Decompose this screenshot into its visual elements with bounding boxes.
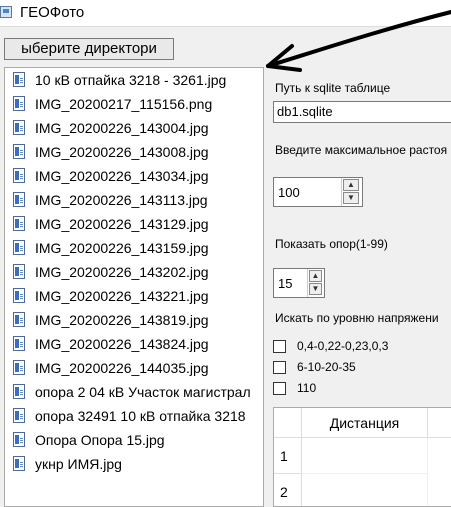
file-name: IMG_20200226_143202.jpg xyxy=(35,264,209,280)
file-name: Опора Опора 15.jpg xyxy=(35,432,165,448)
supports-count-label: Показать опор(1-99) xyxy=(275,237,388,251)
image-file-icon xyxy=(13,240,25,255)
results-table[interactable]: Дистанция 1 2 xyxy=(273,407,451,507)
image-file-icon xyxy=(13,120,25,135)
file-name: IMG_20200217_115156.png xyxy=(35,96,213,112)
image-file-icon xyxy=(13,192,25,207)
file-list-item[interactable]: 10 кВ отпайка 3218 - 3261.jpg xyxy=(5,68,263,92)
column-header[interactable] xyxy=(428,408,451,438)
max-distance-spinbox[interactable]: 100 ▲ ▼ xyxy=(273,177,363,207)
sqlite-path-label: Путь к sqlite таблице xyxy=(275,81,391,95)
file-list-item[interactable]: IMG_20200226_143129.jpg xyxy=(5,212,263,236)
file-name: IMG_20200226_143113.jpg xyxy=(35,192,208,208)
table-cell[interactable] xyxy=(302,474,428,506)
row-header[interactable]: 2 xyxy=(274,474,302,506)
image-file-icon xyxy=(13,384,25,399)
file-name: IMG_20200226_143008.jpg xyxy=(35,144,209,160)
supports-count-value: 15 xyxy=(278,276,293,291)
file-list-item[interactable]: Опора Опора 15.jpg xyxy=(5,428,263,452)
voltage-option-label: 6-10-20-35 xyxy=(297,360,356,374)
file-name: опора 32491 10 кВ отпайка 3218 xyxy=(35,408,246,424)
file-name: 10 кВ отпайка 3218 - 3261.jpg xyxy=(35,72,227,88)
file-name: IMG_20200226_143824.jpg xyxy=(35,336,209,352)
checkbox[interactable] xyxy=(273,340,286,353)
file-list-item[interactable]: IMG_20200217_115156.png xyxy=(5,92,263,116)
file-list[interactable]: 10 кВ отпайка 3218 - 3261.jpg IMG_2020021… xyxy=(4,67,264,507)
image-file-icon xyxy=(13,72,25,87)
file-list-item[interactable]: IMG_20200226_143008.jpg xyxy=(5,140,263,164)
image-file-icon xyxy=(13,264,25,279)
row-header[interactable]: 1 xyxy=(274,438,302,474)
column-header-distance[interactable]: Дистанция xyxy=(302,408,428,438)
image-file-icon xyxy=(13,312,25,327)
choose-directory-button[interactable]: ыберите директори xyxy=(4,38,174,60)
max-distance-value: 100 xyxy=(278,185,300,200)
file-list-item[interactable]: IMG_20200226_143159.jpg xyxy=(5,236,263,260)
file-name: IMG_20200226_143004.jpg xyxy=(35,120,209,136)
image-file-icon xyxy=(13,288,25,303)
voltage-level-label: Искать по уровню напряжени xyxy=(275,311,439,325)
file-list-item[interactable]: опора 2 04 кВ Участок магистрал xyxy=(5,380,263,404)
file-list-item[interactable]: IMG_20200226_143004.jpg xyxy=(5,116,263,140)
table-corner xyxy=(274,408,302,438)
file-list-item[interactable]: укнр ИМЯ.jpg xyxy=(5,452,263,476)
max-distance-label: Введите максимальное растоя xyxy=(275,143,448,157)
file-name: IMG_20200226_143034.jpg xyxy=(35,168,209,184)
file-list-item[interactable]: IMG_20200226_144035.jpg xyxy=(5,356,263,380)
image-file-icon xyxy=(13,336,25,351)
image-file-icon xyxy=(13,456,25,471)
image-file-icon xyxy=(13,408,25,423)
increment-icon[interactable]: ▲ xyxy=(309,270,322,282)
table-cell[interactable] xyxy=(302,438,428,474)
image-file-icon xyxy=(13,432,25,447)
image-file-icon xyxy=(13,360,25,375)
checkbox[interactable] xyxy=(273,382,286,395)
file-list-item[interactable]: IMG_20200226_143113.jpg xyxy=(5,188,263,212)
file-list-item[interactable]: IMG_20200226_143034.jpg xyxy=(5,164,263,188)
file-name: IMG_20200226_143159.jpg xyxy=(35,240,209,256)
decrement-icon[interactable]: ▼ xyxy=(343,192,359,204)
increment-icon[interactable]: ▲ xyxy=(343,179,359,191)
supports-count-spinbox[interactable]: 15 ▲ ▼ xyxy=(273,268,325,298)
image-file-icon xyxy=(13,96,25,111)
image-file-icon xyxy=(13,168,25,183)
file-name: IMG_20200226_143819.jpg xyxy=(35,312,209,328)
file-name: опора 2 04 кВ Участок магистрал xyxy=(35,384,251,400)
decrement-icon[interactable]: ▼ xyxy=(309,283,322,295)
file-list-item[interactable]: IMG_20200226_143819.jpg xyxy=(5,308,263,332)
file-list-item[interactable]: IMG_20200226_143824.jpg xyxy=(5,332,263,356)
image-file-icon xyxy=(13,216,25,231)
voltage-option-label: 110 xyxy=(297,381,317,395)
title-bar: ГЕОФото xyxy=(0,0,451,27)
file-name: IMG_20200226_144035.jpg xyxy=(35,360,209,376)
file-name: IMG_20200226_143221.jpg xyxy=(35,288,209,304)
file-list-item[interactable]: IMG_20200226_143221.jpg xyxy=(5,284,263,308)
file-name: укнр ИМЯ.jpg xyxy=(35,456,122,472)
image-file-icon xyxy=(13,144,25,159)
app-icon xyxy=(0,6,12,18)
file-name: IMG_20200226_143129.jpg xyxy=(35,216,209,232)
checkbox[interactable] xyxy=(273,361,286,374)
sqlite-path-input[interactable]: db1.sqlite xyxy=(273,101,451,123)
voltage-option-label: 0,4-0,22-0,23,0,3 xyxy=(297,339,389,353)
window-title: ГЕОФото xyxy=(20,4,85,21)
file-list-item[interactable]: IMG_20200226_143202.jpg xyxy=(5,260,263,284)
file-list-item[interactable]: опора 32491 10 кВ отпайка 3218 xyxy=(5,404,263,428)
